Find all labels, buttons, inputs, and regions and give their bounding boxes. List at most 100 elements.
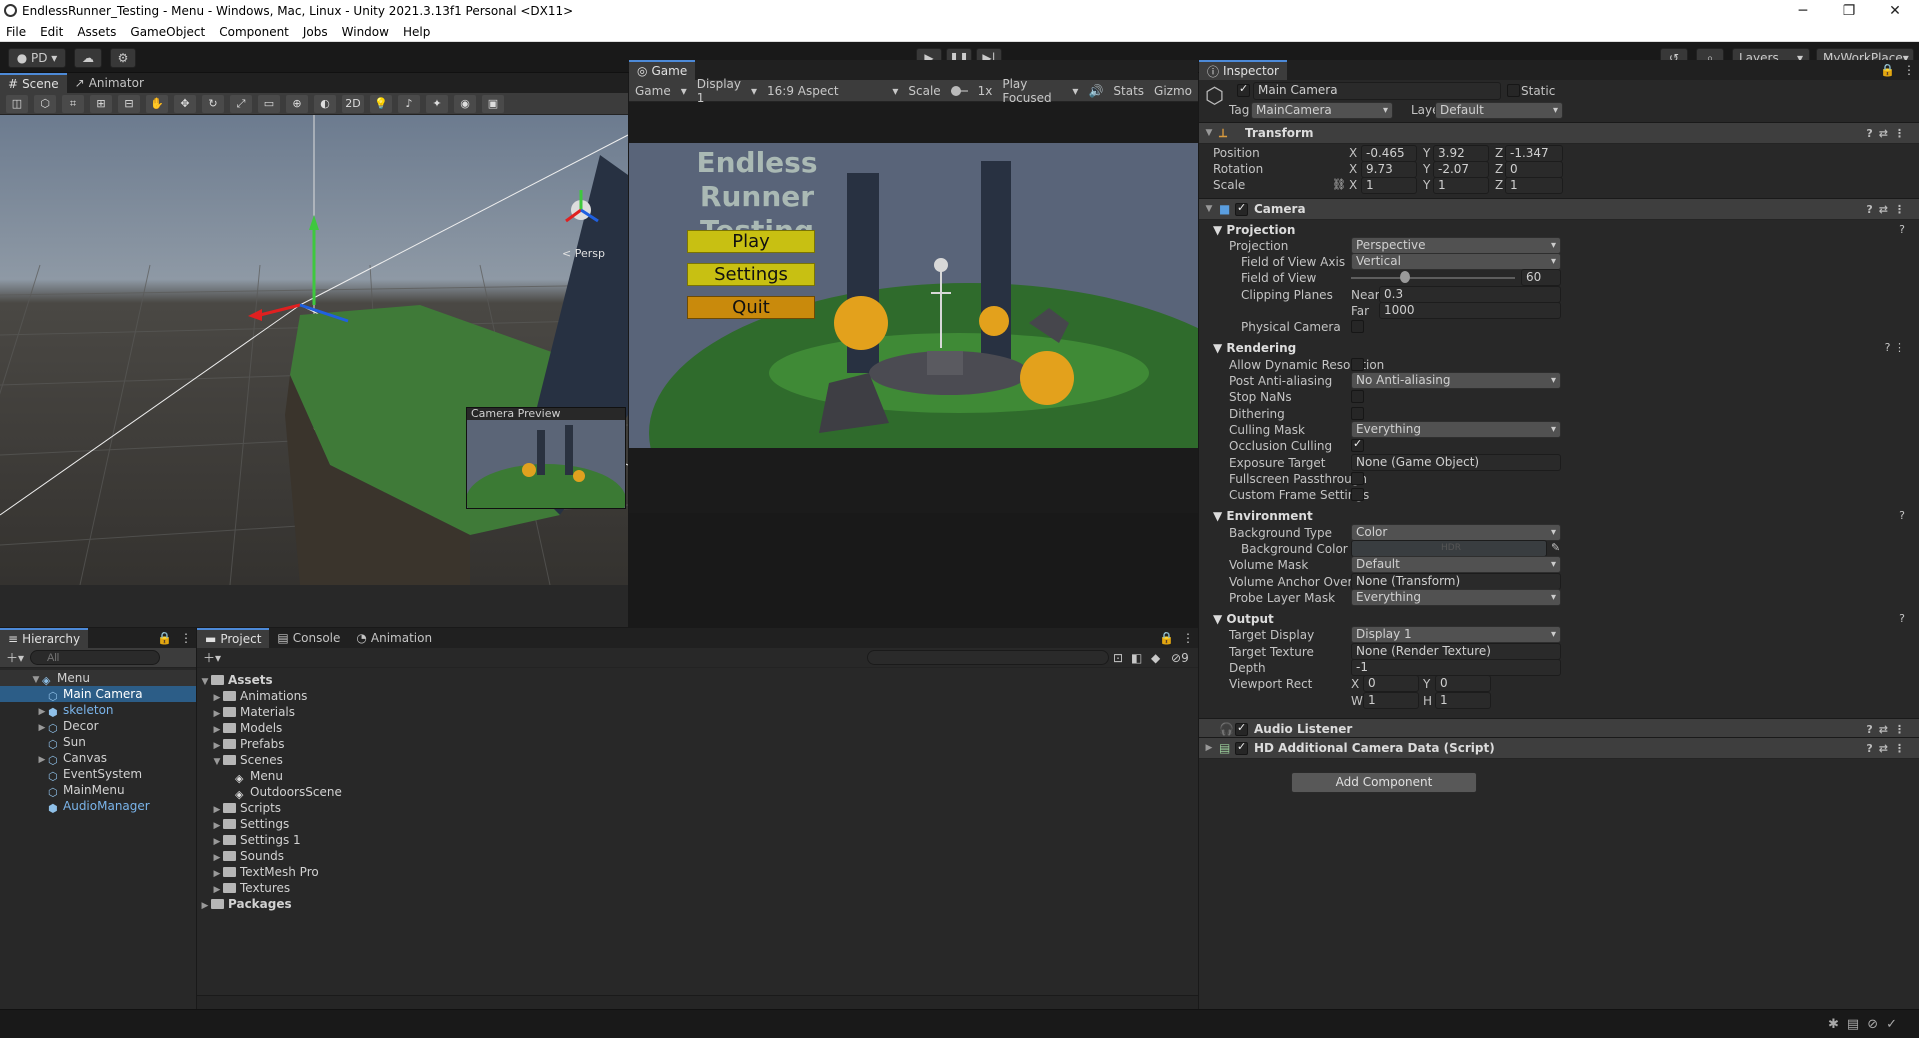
folder-scenes[interactable]: ▼ Scenes (197, 752, 1198, 768)
folder-materials[interactable]: ▶ Materials (197, 704, 1198, 720)
display-dropdown[interactable]: Display 1 (697, 77, 741, 105)
custom-frame-checkbox[interactable] (1351, 488, 1364, 501)
persp-label[interactable]: < Persp (562, 247, 605, 260)
hierarchy-item-main-camera[interactable]: ⬡ Main Camera (0, 686, 196, 703)
far-field[interactable]: 1000 (1379, 302, 1561, 319)
folder-packages[interactable]: ▶ Packages (197, 896, 1198, 912)
exposure-field[interactable]: None (Game Object) (1351, 454, 1561, 471)
folder-sounds[interactable]: ▶ Sounds (197, 848, 1198, 864)
constrain-link-icon[interactable]: ⛓ (1332, 178, 1346, 191)
add-icon[interactable]: ＋▾ (203, 649, 221, 666)
hierarchy-item-canvas[interactable]: ▶ ⬡ Canvas (0, 750, 196, 767)
game-mode-dropdown[interactable]: Game (635, 84, 671, 98)
tab-hierarchy[interactable]: ≡ Hierarchy (0, 628, 89, 648)
active-checkbox[interactable] (1237, 82, 1250, 97)
audio-icon[interactable]: ♪ (398, 94, 420, 113)
hd-camera-data-header[interactable]: ▶▤HD Additional Camera Data (Script)?⇄⋮ (1199, 737, 1919, 759)
menu-component[interactable]: Component (219, 25, 289, 39)
folder-assets[interactable]: ▼ Assets (197, 672, 1198, 688)
scale-y-field[interactable]: 1 (1433, 177, 1489, 194)
menu-window[interactable]: Window (342, 25, 389, 39)
asset-scene-outdoors[interactable]: ◈ OutdoorsScene (197, 784, 1198, 801)
folder-textures[interactable]: ▶ Textures (197, 880, 1198, 896)
component-menu-icons[interactable]: ?⇄⋮ (1866, 723, 1911, 736)
rect-tool-icon[interactable]: ▭ (258, 94, 280, 113)
hierarchy-item-sun[interactable]: ⬡ Sun (0, 734, 196, 751)
more-icon[interactable]: ⋮ (176, 631, 196, 645)
hierarchy-item-eventsystem[interactable]: ⬡ EventSystem (0, 766, 196, 783)
tab-console[interactable]: ▤ Console (269, 628, 348, 648)
transform-tool-icon[interactable]: ⊕ (286, 94, 308, 113)
maximize-button[interactable]: ❐ (1826, 0, 1872, 22)
tag-dropdown[interactable]: MainCamera (1251, 102, 1393, 119)
tab-animator[interactable]: ↗ Animator (67, 73, 152, 93)
toggle-2d-button[interactable]: 2D (342, 94, 364, 113)
component-menu-icons[interactable]: ?⇄⋮ (1866, 127, 1911, 140)
hierarchy-search-input[interactable] (30, 650, 161, 665)
component-menu-icons[interactable]: ?⇄⋮ (1866, 203, 1911, 216)
hd-camera-data-checkbox[interactable] (1235, 740, 1248, 755)
label-filter-icon[interactable]: ◆ (1151, 651, 1160, 665)
quit-menu-button[interactable]: Quit (687, 296, 815, 319)
asset-scene-menu[interactable]: ◈ Menu (197, 768, 1198, 785)
project-search-input[interactable] (867, 650, 1109, 665)
hidden-packages-icon[interactable]: ⊘9 (1171, 651, 1189, 665)
expand-arrow-icon[interactable]: ▶ (199, 898, 211, 914)
rotation-x-field[interactable]: 9.73 (1361, 161, 1417, 178)
camera-header[interactable]: ▼■Camera?⇄⋮ (1199, 198, 1919, 220)
folder-settings[interactable]: ▶ Settings (197, 816, 1198, 832)
transform-header[interactable]: ▼ ⟂ Transform ?⇄⋮ (1199, 122, 1919, 144)
more-icon[interactable]: ⋮ (1899, 63, 1919, 77)
rotation-z-field[interactable]: 0 (1505, 161, 1563, 178)
scale-z-field[interactable]: 1 (1505, 177, 1563, 194)
gizmo-cube-icon[interactable]: ⬡ (34, 94, 56, 113)
add-icon[interactable]: ＋▾ (6, 649, 24, 666)
increment-icon[interactable]: ⊟ (118, 94, 140, 113)
physical-camera-checkbox[interactable] (1351, 320, 1364, 333)
stop-nans-checkbox[interactable] (1351, 390, 1364, 403)
position-z-field[interactable]: -1.347 (1505, 145, 1563, 162)
menu-file[interactable]: File (6, 25, 26, 39)
status-icons[interactable]: ✱▤⊘✓ (1828, 1017, 1905, 1032)
hierarchy-item-skeleton[interactable]: ▶ ⬢ skeleton (0, 702, 196, 719)
dynamic-resolution-checkbox[interactable] (1351, 358, 1364, 371)
game-viewport[interactable]: Endless Runner Testing Play Settings Qui… (629, 102, 1198, 513)
lock-icon[interactable]: 🔒 (1155, 631, 1178, 645)
viewport-h-field[interactable]: 1 (1435, 692, 1491, 709)
viewport-w-field[interactable]: 1 (1363, 692, 1419, 709)
layer-dropdown[interactable]: Default (1435, 102, 1563, 119)
snap-icon[interactable]: ⌗ (62, 94, 84, 113)
draw-mode-icon[interactable]: ◫ (6, 94, 28, 113)
target-texture-field[interactable]: None (Render Texture) (1351, 643, 1561, 660)
target-display-dropdown[interactable]: Display 1 (1351, 626, 1561, 643)
fov-slider-track[interactable] (1351, 277, 1515, 279)
tab-animation[interactable]: ◔ Animation (348, 628, 440, 648)
audio-listener-checkbox[interactable] (1235, 721, 1248, 736)
rotate-tool-icon[interactable]: ↻ (202, 94, 224, 113)
tab-scene[interactable]: # Scene (0, 73, 67, 93)
camera-enabled-checkbox[interactable] (1235, 201, 1248, 216)
minimize-button[interactable]: ─ (1780, 0, 1826, 22)
static-checkbox[interactable] (1507, 84, 1520, 97)
tab-inspector[interactable]: ⓘ Inspector (1199, 60, 1287, 80)
help-icon[interactable]: ? (1899, 612, 1905, 625)
projection-section-header[interactable]: ▼ Projection (1213, 223, 1295, 237)
rotation-y-field[interactable]: -2.07 (1433, 161, 1489, 178)
bg-color-swatch[interactable]: HDR (1351, 540, 1547, 557)
menu-help[interactable]: Help (403, 25, 430, 39)
volume-mask-dropdown[interactable]: Default (1351, 556, 1561, 573)
folder-settings-1[interactable]: ▶ Settings 1 (197, 832, 1198, 848)
cloud-icon[interactable]: ☁ (74, 48, 102, 68)
dithering-checkbox[interactable] (1351, 407, 1364, 420)
environment-section-header[interactable]: ▼ Environment (1213, 509, 1313, 523)
projection-dropdown[interactable]: Perspective (1351, 237, 1561, 254)
play-focused-dropdown[interactable]: Play Focused (1002, 77, 1062, 105)
position-x-field[interactable]: -0.465 (1361, 145, 1417, 162)
move-tool-icon[interactable]: ✥ (174, 94, 196, 113)
fov-axis-dropdown[interactable]: Vertical (1351, 253, 1561, 270)
add-component-button[interactable]: Add Component (1291, 772, 1477, 793)
collab-icon[interactable]: ⚙ (110, 48, 136, 68)
lighting-icon[interactable]: 💡 (370, 94, 392, 113)
occlusion-checkbox[interactable] (1351, 437, 1364, 452)
folder-prefabs[interactable]: ▶ Prefabs (197, 736, 1198, 752)
